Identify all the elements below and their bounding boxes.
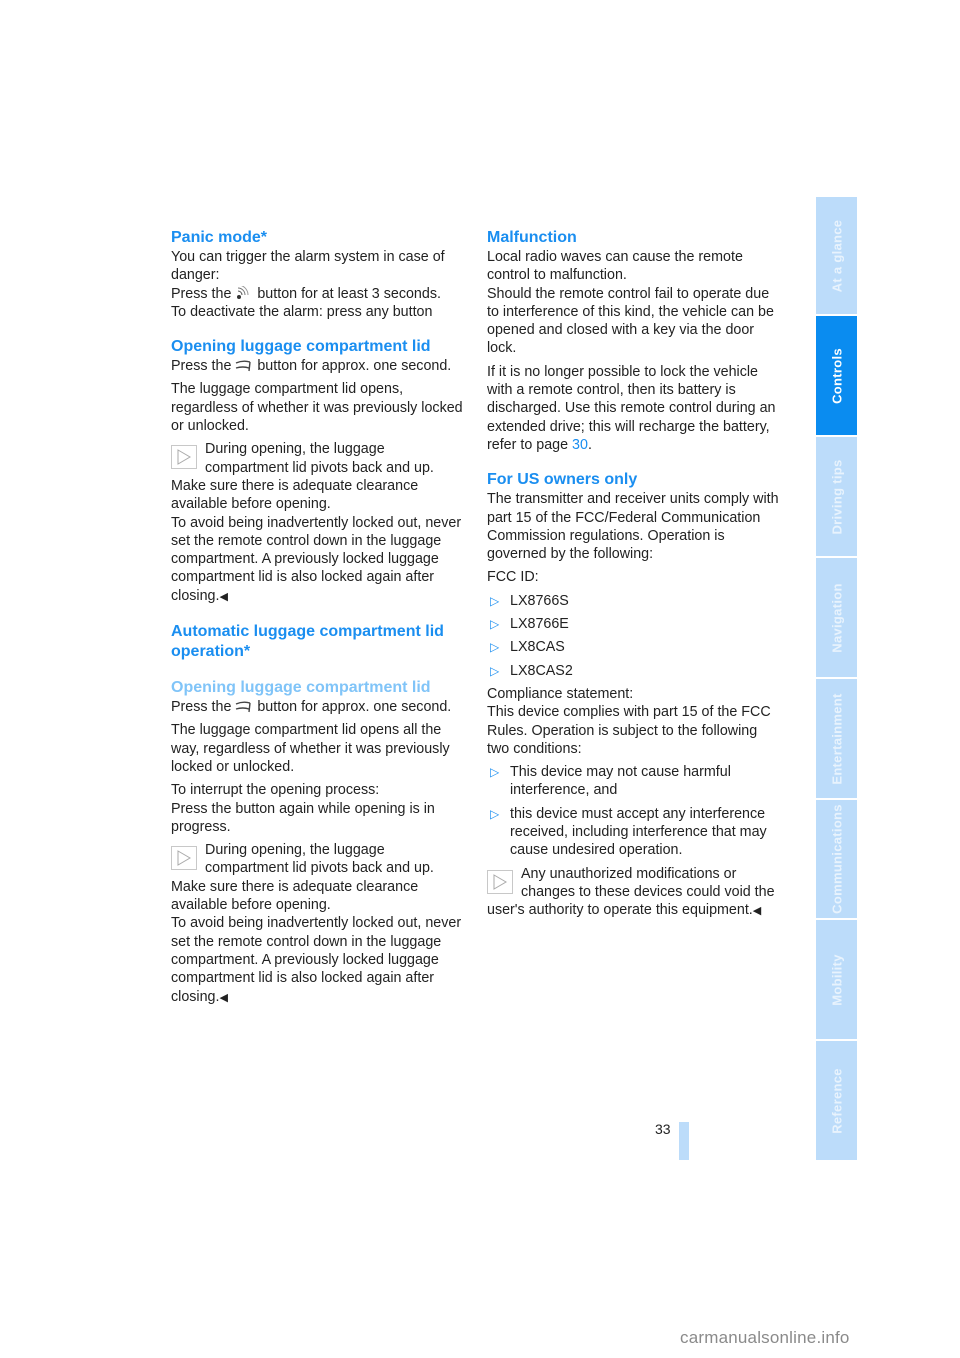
opening-instruction: Press the button for approx. one second. xyxy=(171,357,467,375)
malfunction-text-1: Local radio waves can cause the remote c… xyxy=(487,248,783,358)
note-automatic-text-2: To avoid being inadvertently locked out,… xyxy=(171,914,467,1006)
heading-malfunction: Malfunction xyxy=(487,229,577,246)
note-opening-text-2-body: To avoid being inadvertently locked out,… xyxy=(171,514,462,604)
note-automatic-text-2-body: To avoid being inadvertently locked out,… xyxy=(171,915,462,1005)
heading-automatic-luggage: Automatic luggage compartment lid operat… xyxy=(171,623,444,661)
malfunction-text-2-end: . xyxy=(587,436,592,453)
tab-label: Communications xyxy=(829,804,844,914)
fcc-id-value: LX8CAS xyxy=(510,639,565,656)
tab-communications[interactable]: Communications xyxy=(816,800,857,918)
fcc-id-value: LX8766S xyxy=(510,592,569,609)
bullet-triangle-icon: ▷ xyxy=(490,617,500,632)
watermark: carmanualsonline.info xyxy=(680,1328,850,1347)
compliance-text: This device complies with part 15 of the… xyxy=(487,704,771,757)
note-opening-text-1: During opening, the luggage compartment … xyxy=(171,441,434,513)
note-triangle-icon xyxy=(171,445,197,470)
tab-reference[interactable]: Reference xyxy=(816,1041,857,1160)
bullet-triangle-icon: ▷ xyxy=(490,806,500,821)
interrupt-text: Press the button again while opening is … xyxy=(171,800,435,835)
note-us-owners-text: Any unauthorized modifications or change… xyxy=(487,865,783,921)
tab-at-a-glance[interactable]: At a glance xyxy=(816,197,857,314)
fcc-id-value: LX8CAS2 xyxy=(510,662,573,679)
fcc-id-value: LX8766E xyxy=(510,616,569,633)
trunk-lid-icon xyxy=(235,358,253,372)
heading-us-owners: For US owners only xyxy=(487,471,638,489)
panic-text-1: You can trigger the alarm system in case… xyxy=(171,249,445,284)
malfunction-text-1a: Local radio waves can cause the remote c… xyxy=(487,249,743,284)
tab-navigation[interactable]: Navigation xyxy=(816,558,857,677)
note-opening-text-2: To avoid being inadvertently locked out,… xyxy=(171,514,467,606)
note-us-owners-body: Any unauthorized modifications or change… xyxy=(487,865,775,919)
tab-label: Controls xyxy=(829,347,844,404)
automatic-interrupt: To interrupt the opening process: Press … xyxy=(171,781,467,836)
note-opening: During opening, the luggage compartment … xyxy=(171,440,467,606)
panic-intro: You can trigger the alarm system in case… xyxy=(171,248,467,321)
compliance: Compliance statement: This device compli… xyxy=(487,685,783,758)
opening-text-1b: button for approx. one second. xyxy=(253,358,452,375)
fcc-id-item: ▷ LX8CAS2 xyxy=(487,662,783,680)
end-mark-icon: ◀ xyxy=(752,905,762,918)
tab-label: Driving tips xyxy=(829,458,844,535)
note-triangle-icon xyxy=(171,846,197,871)
tab-controls[interactable]: Controls xyxy=(816,316,857,435)
condition-text: this device must accept any interference… xyxy=(510,805,767,859)
panic-alarm-icon xyxy=(235,284,253,300)
note-automatic: During opening, the luggage compartment … xyxy=(171,841,467,1007)
tab-label: Mobility xyxy=(829,953,844,1006)
tab-label: At a glance xyxy=(829,219,844,292)
fcc-id-list: ▷ LX8766S ▷ LX8766E ▷ LX8CAS ▷ LX8CAS2 xyxy=(487,592,783,680)
end-mark-icon: ◀ xyxy=(219,991,228,1004)
fcc-id-item: ▷ LX8766E xyxy=(487,615,783,633)
tab-label: Reference xyxy=(829,1067,844,1134)
fcc-id-item: ▷ LX8766S xyxy=(487,592,783,610)
condition-item: ▷ this device must accept any interferenc… xyxy=(487,805,783,860)
automatic-text-1a: Press the xyxy=(171,699,236,716)
subheading-opening-luggage: Opening luggage compartment lid xyxy=(171,679,431,697)
us-owners-intro: The transmitter and receiver units compl… xyxy=(487,491,779,563)
malfunction-text-2: If it is no longer possible to lock the … xyxy=(487,363,783,454)
bullet-triangle-icon: ▷ xyxy=(490,593,500,608)
page-number: 33 xyxy=(655,1121,671,1137)
bullet-triangle-icon: ▷ xyxy=(490,765,500,780)
opening-desc: The luggage compartment lid opens, regar… xyxy=(171,381,463,435)
heading-panic-mode: Panic mode* xyxy=(171,229,268,246)
condition-item: ▷ This device may not cause harmful inter… xyxy=(487,763,783,800)
automatic-text-1b: button for approx. one second. xyxy=(253,699,452,716)
trunk-lid-icon xyxy=(235,699,253,713)
interrupt-label: To interrupt the opening process: xyxy=(171,782,380,799)
note-automatic-text-1: During opening, the luggage compartment … xyxy=(171,842,434,914)
end-mark-icon: ◀ xyxy=(219,590,228,603)
tab-entertainment[interactable]: Entertainment xyxy=(816,679,857,798)
bullet-triangle-icon: ▷ xyxy=(490,640,500,655)
condition-text: This device may not cause harmful interf… xyxy=(510,764,731,799)
malfunction-text-2-body: If it is no longer possible to lock the … xyxy=(487,363,776,453)
panic-text-3: To deactivate the alarm: press any butto… xyxy=(171,303,433,320)
automatic-instruction: Press the button for approx. one second. xyxy=(171,698,467,716)
left-column: Panic mode* You can trigger the alarm sy… xyxy=(171,228,467,1007)
panic-text-2b: button for at least 3 seconds. xyxy=(253,285,441,302)
fcc-id-item: ▷ LX8CAS xyxy=(487,638,783,656)
panic-text-2a: Press the xyxy=(171,285,236,302)
heading-opening-luggage: Opening luggage compartment lid xyxy=(171,338,431,356)
fcc-id-label: FCC ID: xyxy=(487,569,539,586)
tab-label: Entertainment xyxy=(829,692,844,785)
malfunction-text-1b: Should the remote control fail to operat… xyxy=(487,285,774,357)
opening-text-1a: Press the xyxy=(171,358,236,375)
right-column: Malfunction Local radio waves can cause … xyxy=(487,228,783,921)
automatic-desc: The luggage compartment lid opens all th… xyxy=(171,722,450,775)
conditions-list: ▷ This device may not cause harmful inter… xyxy=(487,763,783,859)
page-marker-bar xyxy=(679,1122,689,1160)
page-link[interactable]: 30 xyxy=(572,437,588,453)
bullet-triangle-icon: ▷ xyxy=(490,663,500,678)
note-us-owners: Any unauthorized modifications or change… xyxy=(487,865,783,921)
tab-driving-tips[interactable]: Driving tips xyxy=(816,437,857,556)
note-triangle-icon xyxy=(487,869,513,894)
tab-mobility[interactable]: Mobility xyxy=(816,920,857,1039)
tab-label: Navigation xyxy=(829,582,844,653)
compliance-label: Compliance statement: xyxy=(487,685,634,702)
